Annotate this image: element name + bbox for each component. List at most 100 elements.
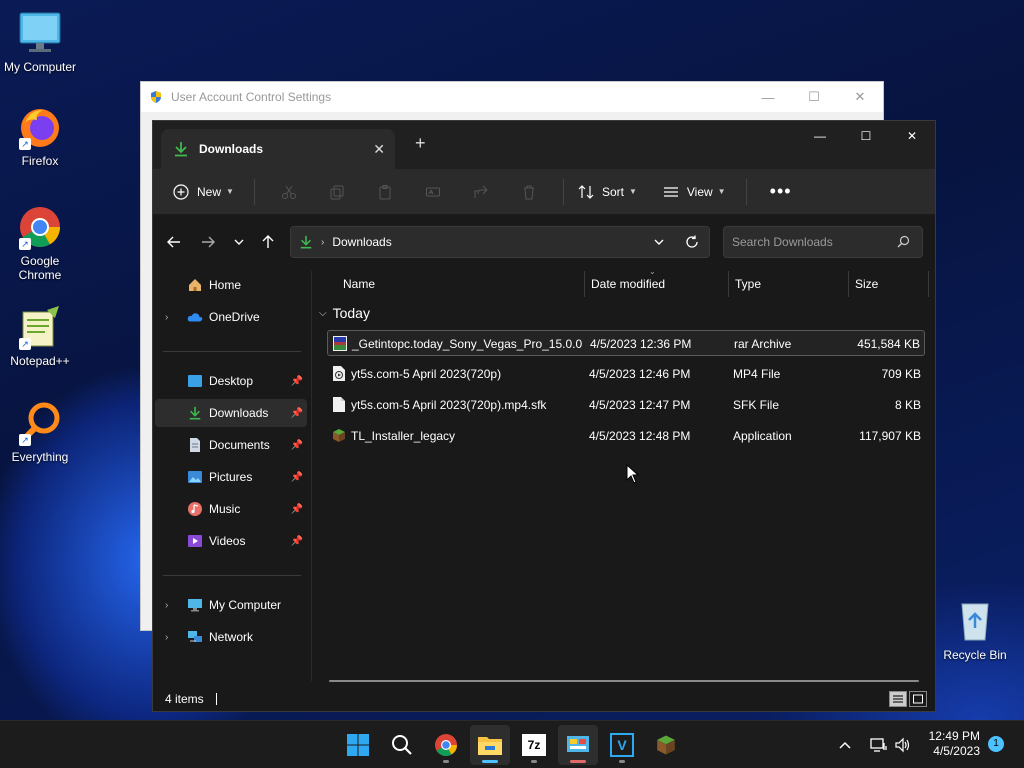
search-box[interactable]: Search Downloads bbox=[723, 226, 923, 258]
pin-icon[interactable]: 📌 bbox=[291, 472, 303, 483]
address-dropdown-icon[interactable] bbox=[653, 236, 665, 251]
column-separator[interactable] bbox=[928, 271, 929, 297]
desktop-icon-label: My Computer bbox=[3, 60, 77, 74]
network-status-icon[interactable] bbox=[870, 721, 888, 768]
column-header-type[interactable]: Type bbox=[735, 269, 761, 299]
notification-badge[interactable]: 1 bbox=[988, 736, 1004, 752]
desktop-icon-notepad-plus-plus[interactable]: ↗ Notepad++ bbox=[0, 304, 80, 368]
sidebar-item-onedrive[interactable]: › OneDrive bbox=[155, 303, 307, 331]
navigation-pane: Home › OneDrive Desktop 📌 Downloads 📌 Do… bbox=[153, 269, 311, 679]
chevron-right-icon[interactable]: › bbox=[165, 312, 168, 323]
desktop-icon-my-computer[interactable]: My Computer bbox=[0, 10, 80, 74]
taskbar-app-chrome[interactable] bbox=[426, 725, 466, 765]
close-tab-icon[interactable]: ✕ bbox=[373, 141, 385, 158]
tab-bar: Downloads ✕ + — ☐ ✕ bbox=[153, 121, 935, 169]
paste-button[interactable] bbox=[361, 184, 409, 200]
search-button[interactable] bbox=[382, 725, 422, 765]
rar-archive-icon bbox=[333, 336, 347, 351]
pin-icon[interactable]: 📌 bbox=[291, 536, 303, 547]
file-explorer-window[interactable]: Downloads ✕ + — ☐ ✕ New ▼ Sort ▼ View ▼ … bbox=[152, 120, 936, 712]
new-button[interactable]: New ▼ bbox=[173, 183, 234, 200]
taskbar-app-7zip[interactable]: 7z bbox=[514, 725, 554, 765]
recent-locations-chevron-icon[interactable] bbox=[229, 232, 249, 252]
breadcrumb-downloads[interactable]: Downloads bbox=[332, 235, 391, 249]
close-button[interactable]: ✕ bbox=[889, 121, 935, 151]
refresh-icon[interactable] bbox=[685, 235, 699, 252]
sort-button[interactable]: Sort ▼ bbox=[578, 184, 637, 200]
sidebar-item-pictures[interactable]: Pictures 📌 bbox=[155, 463, 307, 491]
sort-chevron-icon: ⌄ bbox=[649, 267, 656, 276]
taskbar-app-minecraft[interactable] bbox=[646, 725, 686, 765]
maximize-button[interactable]: ☐ bbox=[843, 121, 889, 151]
more-options-icon[interactable]: ••• bbox=[757, 181, 805, 202]
sort-label: Sort bbox=[601, 184, 624, 199]
column-separator[interactable] bbox=[584, 271, 585, 297]
sidebar-item-desktop[interactable]: Desktop 📌 bbox=[155, 367, 307, 395]
file-row[interactable]: yt5s.com-5 April 2023(720p).mp4.sfk 4/5/… bbox=[327, 392, 925, 418]
breadcrumb-chevron-icon: › bbox=[321, 236, 325, 248]
start-button[interactable] bbox=[338, 725, 378, 765]
group-header-today[interactable]: ⌵ Today bbox=[319, 305, 370, 321]
show-hidden-icons-button[interactable] bbox=[838, 721, 852, 768]
file-row[interactable]: yt5s.com-5 April 2023(720p) 4/5/2023 12:… bbox=[327, 361, 925, 387]
chevron-right-icon[interactable]: › bbox=[165, 632, 168, 643]
up-arrow-icon[interactable] bbox=[258, 232, 278, 252]
tab-downloads[interactable]: Downloads ✕ bbox=[161, 129, 395, 169]
volume-icon[interactable] bbox=[894, 721, 912, 768]
pin-icon[interactable]: 📌 bbox=[291, 408, 303, 419]
sidebar-item-my-computer[interactable]: › My Computer bbox=[155, 591, 307, 619]
sidebar-item-label: Network bbox=[209, 630, 254, 644]
maximize-button[interactable]: ☐ bbox=[791, 82, 837, 112]
file-row[interactable]: _Getintopc.today_Sony_Vegas_Pro_15.0.0 4… bbox=[327, 330, 925, 356]
horizontal-scrollbar[interactable] bbox=[329, 680, 919, 682]
sidebar-item-documents[interactable]: Documents 📌 bbox=[155, 431, 307, 459]
back-arrow-icon[interactable] bbox=[164, 232, 184, 252]
rename-button[interactable] bbox=[409, 184, 457, 200]
column-header-name[interactable]: Name bbox=[343, 269, 375, 299]
file-date: 4/5/2023 12:46 PM bbox=[589, 367, 691, 381]
desktop-icon-google-chrome[interactable]: ↗ Google Chrome bbox=[0, 204, 80, 282]
delete-button[interactable] bbox=[505, 184, 553, 200]
minimize-button[interactable]: — bbox=[745, 82, 791, 112]
desktop-icon-recycle-bin[interactable]: Recycle Bin bbox=[935, 598, 1015, 662]
sidebar-item-downloads[interactable]: Downloads 📌 bbox=[155, 399, 307, 427]
clock[interactable]: 12:49 PM 4/5/2023 bbox=[914, 729, 980, 759]
minimize-button[interactable]: — bbox=[797, 121, 843, 151]
rename-icon bbox=[425, 187, 440, 196]
address-bar[interactable]: › Downloads bbox=[290, 226, 710, 258]
desktop-icon-firefox[interactable]: ↗ Firefox bbox=[0, 104, 80, 168]
copy-button[interactable] bbox=[313, 184, 361, 200]
sidebar-item-network[interactable]: › Network bbox=[155, 623, 307, 651]
pin-icon[interactable]: 📌 bbox=[291, 504, 303, 515]
view-button[interactable]: View ▼ bbox=[663, 184, 726, 200]
pane-splitter[interactable] bbox=[311, 271, 312, 681]
forward-arrow-icon[interactable] bbox=[198, 232, 218, 252]
large-icons-view-button[interactable] bbox=[909, 691, 927, 707]
column-separator[interactable] bbox=[848, 271, 849, 297]
tab-label: Downloads bbox=[199, 142, 264, 156]
search-input[interactable]: Search Downloads bbox=[732, 235, 833, 249]
clock-date: 4/5/2023 bbox=[933, 744, 980, 758]
close-button[interactable]: ✕ bbox=[837, 82, 883, 112]
column-separator[interactable] bbox=[728, 271, 729, 297]
paste-icon bbox=[379, 184, 391, 199]
running-indicator bbox=[443, 760, 449, 763]
file-row[interactable]: TL_Installer_legacy 4/5/2023 12:48 PM Ap… bbox=[327, 423, 925, 449]
cut-button[interactable] bbox=[265, 184, 313, 200]
column-header-size[interactable]: Size bbox=[855, 269, 878, 299]
chevron-right-icon[interactable]: › bbox=[165, 600, 168, 611]
desktop-icon-everything[interactable]: ↗ Everything bbox=[0, 400, 80, 464]
taskbar-app-file-explorer[interactable] bbox=[470, 725, 510, 765]
taskbar-app-visual-studio-code[interactable]: V bbox=[602, 725, 642, 765]
sidebar-item-music[interactable]: Music 📌 bbox=[155, 495, 307, 523]
share-button[interactable] bbox=[457, 184, 505, 200]
details-view-button[interactable] bbox=[889, 691, 907, 707]
share-icon bbox=[474, 185, 488, 198]
sidebar-item-home[interactable]: Home bbox=[155, 271, 307, 299]
sidebar-item-videos[interactable]: Videos 📌 bbox=[155, 527, 307, 555]
pin-icon[interactable]: 📌 bbox=[291, 376, 303, 387]
new-tab-button[interactable]: + bbox=[415, 133, 426, 154]
shortcut-arrow-icon: ↗ bbox=[19, 434, 31, 446]
taskbar-app-control-panel[interactable] bbox=[558, 725, 598, 765]
pin-icon[interactable]: 📌 bbox=[291, 440, 303, 451]
